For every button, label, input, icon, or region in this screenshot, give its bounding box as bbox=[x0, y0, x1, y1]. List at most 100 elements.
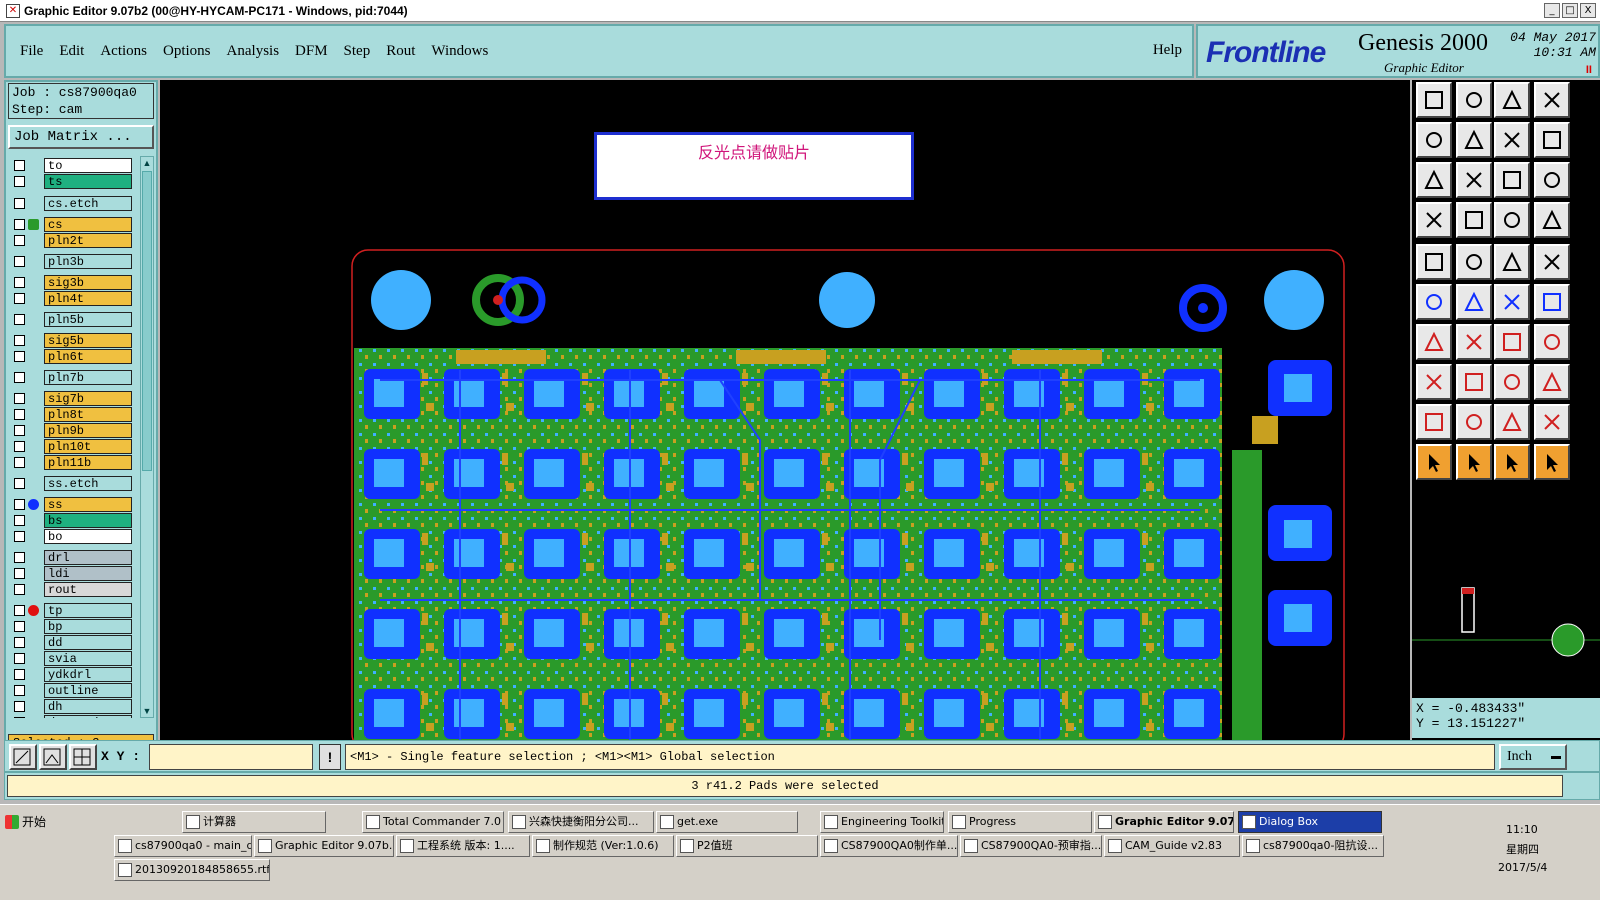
layer-row-pln2t[interactable]: pln2t bbox=[8, 233, 134, 248]
taskbar-button[interactable]: Engineering Toolkit 9.... bbox=[820, 811, 944, 833]
layer-checkbox[interactable] bbox=[14, 176, 25, 187]
layer-row-sig3b[interactable]: sig3b bbox=[8, 275, 134, 290]
layer-row-tp[interactable]: tp bbox=[8, 603, 134, 618]
delete-tool[interactable] bbox=[1456, 284, 1492, 320]
taskbar-button[interactable]: Total Commander 7.0 ... bbox=[362, 811, 504, 833]
taskbar-button[interactable]: Graphic Editor 9.07b... bbox=[254, 835, 394, 857]
layer-checkbox[interactable] bbox=[14, 701, 25, 712]
menu-options[interactable]: Options bbox=[163, 43, 211, 60]
layer-checkbox[interactable] bbox=[14, 531, 25, 542]
layer-checkbox[interactable] bbox=[14, 235, 25, 246]
job-matrix-button[interactable]: Job Matrix ... bbox=[8, 125, 154, 149]
layer-row-outline[interactable]: outline bbox=[8, 683, 134, 698]
fit-tool[interactable] bbox=[1534, 122, 1570, 158]
menu-dfm[interactable]: DFM bbox=[295, 43, 328, 60]
layer-checkbox[interactable] bbox=[14, 552, 25, 563]
xy-input[interactable] bbox=[149, 744, 313, 770]
layer-row-rout[interactable]: rout bbox=[8, 582, 134, 597]
pointer-net-tool[interactable] bbox=[1456, 444, 1492, 480]
layer-checkbox[interactable] bbox=[14, 584, 25, 595]
layer-row-bp[interactable]: bp bbox=[8, 619, 134, 634]
layer-checkbox[interactable] bbox=[14, 499, 25, 510]
contour-tool[interactable] bbox=[1534, 244, 1570, 280]
layer-row-pln9b[interactable]: pln9b bbox=[8, 423, 134, 438]
menu-step[interactable]: Step bbox=[344, 43, 371, 60]
help-tool[interactable] bbox=[1534, 162, 1570, 198]
layer-row-datacode-st[interactable]: datacode-st bbox=[8, 715, 134, 718]
maximize-button[interactable]: □ bbox=[1562, 3, 1578, 18]
cut-tool[interactable] bbox=[1456, 364, 1492, 400]
layer-checkbox[interactable] bbox=[14, 515, 25, 526]
taskbar-button[interactable]: get.exe bbox=[656, 811, 798, 833]
menu-rout[interactable]: Rout bbox=[386, 43, 415, 60]
layer-row-ldi[interactable]: ldi bbox=[8, 566, 134, 581]
zoom-fit-button[interactable] bbox=[9, 744, 37, 770]
layer-row-bo[interactable]: bo bbox=[8, 529, 134, 544]
menu-analysis[interactable]: Analysis bbox=[227, 43, 280, 60]
menu-file[interactable]: File bbox=[20, 43, 43, 60]
layer-checkbox[interactable] bbox=[14, 314, 25, 325]
layer-row-ss[interactable]: ss bbox=[8, 497, 134, 512]
layer-row-pln4t[interactable]: pln4t bbox=[8, 291, 134, 306]
taskbar-button[interactable]: Graphic Editor 9.07... bbox=[1094, 811, 1234, 833]
taskbar-button[interactable]: 工程系统 版本: 1.... bbox=[396, 835, 530, 857]
layer-row-pln8t[interactable]: pln8t bbox=[8, 407, 134, 422]
start-button[interactable]: 开始 bbox=[2, 811, 62, 833]
layer-row-pln3b[interactable]: pln3b bbox=[8, 254, 134, 269]
graphic-canvas[interactable]: 反光点请做贴片 bbox=[160, 80, 1410, 740]
zoom-in-tool[interactable] bbox=[1416, 122, 1452, 158]
measure-tool[interactable] bbox=[1494, 364, 1530, 400]
scroll-up-icon[interactable]: ▲ bbox=[141, 157, 153, 169]
taskbar-button[interactable]: P2值班 bbox=[676, 835, 818, 857]
layer-checkbox[interactable] bbox=[14, 441, 25, 452]
minimize-button[interactable]: _ bbox=[1544, 3, 1560, 18]
layer-checkbox[interactable] bbox=[14, 393, 25, 404]
layer-row-bs[interactable]: bs bbox=[8, 513, 134, 528]
taskbar-button[interactable]: 计算器 bbox=[182, 811, 326, 833]
ruler-tool[interactable] bbox=[1494, 244, 1530, 280]
layer-checkbox[interactable] bbox=[14, 425, 25, 436]
layer-row-dd[interactable]: dd bbox=[8, 635, 134, 650]
mirror-tool[interactable] bbox=[1534, 324, 1570, 360]
move-tool[interactable] bbox=[1494, 284, 1530, 320]
layer-checkbox[interactable] bbox=[14, 409, 25, 420]
layer-checkbox[interactable] bbox=[14, 277, 25, 288]
layer-checkbox[interactable] bbox=[14, 335, 25, 346]
layer-row-cs-etch[interactable]: cs.etch bbox=[8, 196, 134, 211]
menu-edit[interactable]: Edit bbox=[59, 43, 84, 60]
zoom-all-tool[interactable] bbox=[1416, 162, 1452, 198]
taskbar-button[interactable]: CS87900QA0制作单... bbox=[820, 835, 958, 857]
layer-checkbox[interactable] bbox=[14, 621, 25, 632]
layer-row-svia[interactable]: svia bbox=[8, 651, 134, 666]
menu-actions[interactable]: Actions bbox=[100, 43, 147, 60]
layer-filter-tool[interactable] bbox=[1534, 202, 1570, 238]
layer-row-pln7b[interactable]: pln7b bbox=[8, 370, 134, 385]
layer-checkbox[interactable] bbox=[14, 605, 25, 616]
layer-row-pln10t[interactable]: pln10t bbox=[8, 439, 134, 454]
layer-scrollbar[interactable]: ▲ ▼ bbox=[140, 156, 154, 718]
unit-selector[interactable]: Inch ▬ bbox=[1499, 744, 1567, 770]
layer-row-pln11b[interactable]: pln11b bbox=[8, 455, 134, 470]
board-tool[interactable] bbox=[1534, 364, 1570, 400]
open-tool[interactable] bbox=[1416, 82, 1452, 118]
layer-checkbox[interactable] bbox=[14, 160, 25, 171]
layer-row-to[interactable]: to bbox=[8, 158, 134, 173]
pause-icon[interactable]: II bbox=[1586, 64, 1592, 76]
layer-checkbox[interactable] bbox=[14, 717, 25, 718]
pointer-tool[interactable] bbox=[1416, 444, 1452, 480]
layer-view-tool[interactable] bbox=[1494, 202, 1530, 238]
home-tool[interactable] bbox=[1494, 82, 1530, 118]
scroll-down-icon[interactable]: ▼ bbox=[141, 705, 153, 717]
layer-checkbox[interactable] bbox=[14, 637, 25, 648]
layer-row-dh[interactable]: dh bbox=[8, 699, 134, 714]
scale-tool[interactable] bbox=[1494, 162, 1530, 198]
polygon-tool[interactable] bbox=[1456, 244, 1492, 280]
pointer-multi-tool[interactable] bbox=[1534, 444, 1570, 480]
grid-tool[interactable] bbox=[1456, 202, 1492, 238]
select-tool[interactable] bbox=[1416, 244, 1452, 280]
save-tool[interactable] bbox=[1456, 82, 1492, 118]
grid-button[interactable] bbox=[69, 744, 97, 770]
layer-row-cs[interactable]: cs bbox=[8, 217, 134, 232]
layer-checkbox[interactable] bbox=[14, 198, 25, 209]
menu-help[interactable]: Help bbox=[1153, 42, 1182, 59]
